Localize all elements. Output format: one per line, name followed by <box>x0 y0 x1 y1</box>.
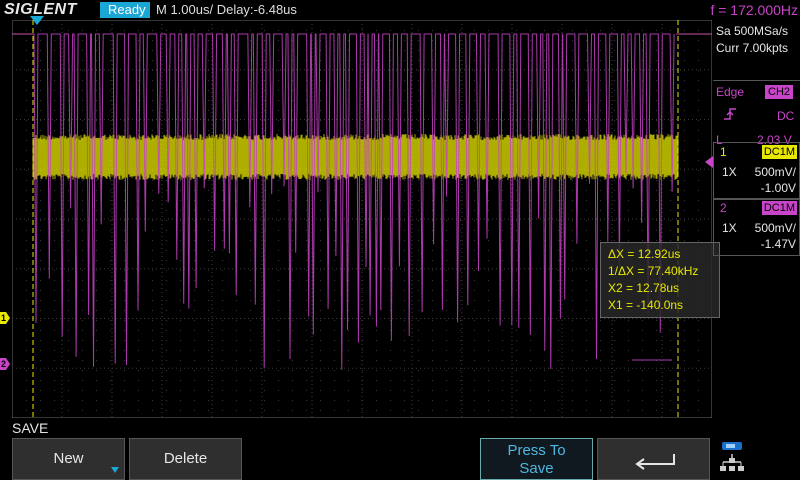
cursor-x1: X1 = -140.0ns <box>608 298 684 312</box>
trigger-position-icon[interactable] <box>30 16 44 26</box>
ch1-probe: 1X <box>722 165 737 179</box>
rising-edge-icon <box>724 108 736 120</box>
ch2-scale: 500mV/ <box>754 221 796 235</box>
press-to-save-line2: Save <box>519 460 554 477</box>
cursor-readout-panel: ΔX = 12.92us 1/ΔX = 77.40kHz X2 = 12.78u… <box>600 242 720 318</box>
trigger-type: Edge <box>716 85 745 99</box>
return-arrow-icon <box>635 454 675 470</box>
ch2-marker-label: 2 <box>1 359 7 369</box>
ch1-info-box[interactable]: 1 DC1M 1X 500mV/ -1.00V <box>713 142 800 200</box>
new-button[interactable]: New <box>12 438 125 480</box>
trigger-level-marker-icon[interactable] <box>703 156 713 168</box>
ch2-info-box[interactable]: 2 DC1M 1X 500mV/ -1.47V <box>713 198 800 256</box>
ch2-number: 2 <box>720 201 727 215</box>
ch1-offset: -1.00V <box>760 181 796 195</box>
press-to-save-line1: Press To <box>507 442 566 459</box>
graticule <box>12 20 712 418</box>
cursor-x2: X2 = 12.78us <box>608 281 680 295</box>
waveform-display[interactable]: ΔX = 12.92us 1/ΔX = 77.40kHz X2 = 12.78u… <box>12 20 720 418</box>
timebase-readout[interactable]: M 1.00us/ Delay:-6.48us <box>156 2 297 18</box>
ch2-probe: 1X <box>722 221 737 235</box>
cursor-inverse-delta-x: 1/ΔX = 77.40kHz <box>608 264 699 278</box>
menu-title: SAVE <box>12 420 49 436</box>
delete-button[interactable]: Delete <box>129 438 242 480</box>
ch2-offset-marker[interactable]: 2 <box>0 358 10 370</box>
ch1-scale: 500mV/ <box>754 165 796 179</box>
press-to-save-button[interactable]: Press To Save <box>480 438 593 480</box>
sample-rate: Sa 500MSa/s <box>716 24 789 38</box>
ch1-coupling-badge: DC1M <box>761 145 797 159</box>
ch1-number: 1 <box>720 145 727 159</box>
ch1-marker-label: 1 <box>1 313 7 323</box>
frequency-counter: f = 172.000Hz <box>710 2 798 18</box>
ch2-offset: -1.47V <box>760 237 796 251</box>
cursor-delta-x: ΔX = 12.92us <box>608 247 681 261</box>
network-icon[interactable] <box>720 440 744 478</box>
memory-depth: Curr 7.00kpts <box>716 41 789 55</box>
new-button-label: New <box>53 450 84 467</box>
trigger-source-badge: CH2 <box>765 85 794 99</box>
ch1-offset-marker[interactable]: 1 <box>0 312 10 324</box>
chevron-down-icon <box>111 467 119 473</box>
delete-button-label: Delete <box>163 450 208 467</box>
ch2-coupling-badge: DC1M <box>761 201 797 215</box>
trigger-coupling: DC <box>777 109 795 123</box>
info-panel: Sa 500MSa/s Curr 7.00kpts Edge CH2 DC L … <box>713 20 800 420</box>
back-button[interactable] <box>597 438 710 480</box>
acquisition-status-badge[interactable]: Ready <box>100 2 150 18</box>
top-status-bar: SIGLENT Ready M 1.00us/ Delay:-6.48us f … <box>0 0 800 20</box>
